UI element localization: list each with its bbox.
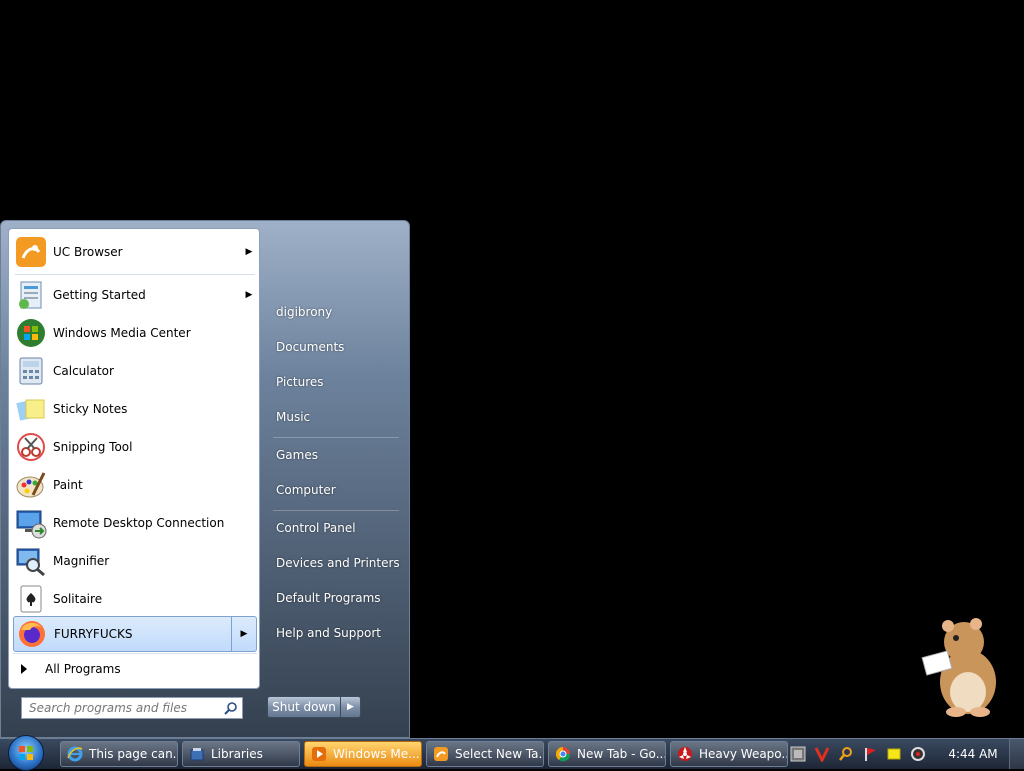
right-item-user[interactable]: digibrony <box>267 298 407 326</box>
right-item-control-panel[interactable]: Control Panel <box>267 514 407 542</box>
right-item-documents[interactable]: Documents <box>267 333 407 361</box>
windows-media-icon <box>312 747 326 761</box>
separator <box>15 274 255 275</box>
taskbar-item-label: New Tab - Go... <box>577 747 666 761</box>
libraries-icon <box>190 748 204 761</box>
taskbar-item-uc-browser[interactable]: Select New Ta... <box>426 741 544 767</box>
search-input[interactable]: Search programs and files <box>21 697 243 719</box>
program-windows-media-center[interactable]: Windows Media Center <box>13 315 257 351</box>
taskbar: This page can... Libraries Windows Me...… <box>0 735 1024 771</box>
hamster-gadget-icon[interactable] <box>918 612 1008 722</box>
notes-tray-icon[interactable] <box>886 746 902 762</box>
calculator-icon <box>15 355 47 387</box>
program-label: Magnifier <box>53 554 110 568</box>
heavy-weapon-icon <box>678 747 692 761</box>
right-item-games[interactable]: Games <box>267 441 407 469</box>
program-solitaire[interactable]: Solitaire <box>13 581 257 617</box>
search-tray-icon[interactable] <box>838 746 854 762</box>
right-item-computer[interactable]: Computer <box>267 476 407 504</box>
program-magnifier[interactable]: Magnifier <box>13 543 257 579</box>
programs-pane: UC Browser ▶ Getting Started ▶ Windows M… <box>8 228 260 689</box>
program-label: Remote Desktop Connection <box>53 516 225 530</box>
search-icon[interactable] <box>224 701 238 715</box>
submenu-arrow-icon[interactable]: ▶ <box>241 290 257 300</box>
right-item-devices-printers[interactable]: Devices and Printers <box>267 549 407 577</box>
search-placeholder: Search programs and files <box>29 701 187 715</box>
system-tray <box>790 741 940 767</box>
right-item-help-support[interactable]: Help and Support <box>267 619 407 647</box>
all-programs-label: All Programs <box>45 662 121 676</box>
taskbar-item-label: Windows Me... <box>333 747 420 761</box>
program-label: Calculator <box>53 364 114 378</box>
right-item-default-programs[interactable]: Default Programs <box>267 584 407 612</box>
submenu-arrow-icon[interactable]: ▶ <box>231 617 256 651</box>
program-label: Getting Started <box>53 288 146 302</box>
program-label: Paint <box>53 478 83 492</box>
shutdown-button-group: Shut down ▶ <box>267 696 361 718</box>
program-label: Solitaire <box>53 592 103 606</box>
separator <box>273 437 399 438</box>
program-firefox-highlighted[interactable]: FURRYFUCKS ▶ <box>13 616 257 652</box>
sticky-notes-icon <box>15 393 47 425</box>
submenu-arrow-icon[interactable]: ▶ <box>241 247 257 257</box>
windows-logo-icon <box>19 746 33 760</box>
expand-triangle-icon <box>21 664 27 674</box>
start-button[interactable] <box>8 735 44 771</box>
snipping-tool-icon <box>15 431 47 463</box>
show-desktop-button[interactable] <box>1009 739 1024 769</box>
program-label: Sticky Notes <box>53 402 128 416</box>
program-snipping-tool[interactable]: Snipping Tool <box>13 429 257 465</box>
shutdown-options-arrow-icon[interactable]: ▶ <box>341 697 360 717</box>
taskbar-item-ie[interactable]: This page can... <box>60 741 178 767</box>
program-sticky-notes[interactable]: Sticky Notes <box>13 391 257 427</box>
paint-icon <box>15 469 47 501</box>
vivaldi-icon[interactable] <box>814 746 830 762</box>
clock[interactable]: 4:44 AM <box>946 739 1000 769</box>
taskbar-item-libraries[interactable]: Libraries <box>182 741 300 767</box>
program-label: Snipping Tool <box>53 440 133 454</box>
taskbar-item-label: Heavy Weapo... <box>699 747 788 761</box>
remote-desktop-icon <box>15 507 47 539</box>
firefox-icon <box>16 618 48 650</box>
tray-app-icon[interactable] <box>790 746 806 762</box>
internet-explorer-icon <box>67 746 83 762</box>
program-label: Windows Media Center <box>53 326 191 340</box>
taskbar-item-windows-media[interactable]: Windows Me... <box>304 741 422 767</box>
shutdown-button[interactable]: Shut down <box>268 697 341 717</box>
start-menu: UC Browser ▶ Getting Started ▶ Windows M… <box>0 220 410 738</box>
all-programs-button[interactable]: All Programs <box>13 653 257 684</box>
chrome-icon <box>555 747 571 762</box>
program-paint[interactable]: Paint <box>13 467 257 503</box>
program-label: UC Browser <box>53 245 123 259</box>
magnifier-icon <box>15 545 47 577</box>
uc-browser-icon <box>434 747 448 761</box>
getting-started-icon <box>15 279 47 311</box>
right-item-pictures[interactable]: Pictures <box>267 368 407 396</box>
windows-media-center-icon <box>15 317 47 349</box>
flag-icon[interactable] <box>862 746 878 762</box>
taskbar-item-chrome[interactable]: New Tab - Go... <box>548 741 666 767</box>
network-icon[interactable] <box>910 746 926 762</box>
taskbar-item-heavy-weapon[interactable]: Heavy Weapo... <box>670 741 788 767</box>
uc-browser-icon <box>15 236 47 268</box>
program-uc-browser[interactable]: UC Browser ▶ <box>13 234 257 270</box>
solitaire-icon <box>15 583 47 615</box>
taskbar-item-label: Libraries <box>211 747 263 761</box>
program-remote-desktop[interactable]: Remote Desktop Connection <box>13 505 257 541</box>
taskbar-item-label: This page can... <box>89 747 178 761</box>
program-getting-started[interactable]: Getting Started ▶ <box>13 277 257 313</box>
taskbar-item-label: Select New Ta... <box>455 747 544 761</box>
program-calculator[interactable]: Calculator <box>13 353 257 389</box>
separator <box>273 510 399 511</box>
right-item-music[interactable]: Music <box>267 403 407 431</box>
program-label: FURRYFUCKS <box>54 627 133 641</box>
